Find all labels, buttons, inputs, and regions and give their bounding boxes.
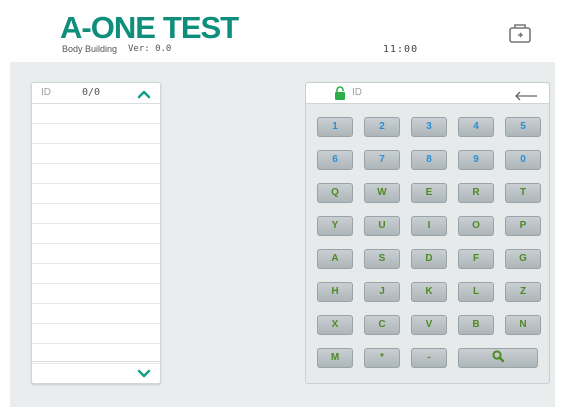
brand-part1: A-ONE (60, 10, 156, 45)
header-bar: A-ONE TEST Body Building Ver: 0.0 11:00 (0, 0, 565, 62)
list-item[interactable] (32, 104, 160, 124)
scroll-up-button[interactable] (136, 87, 152, 99)
list-item[interactable] (32, 204, 160, 224)
key-j[interactable]: J (364, 282, 400, 302)
chevron-up-icon (137, 90, 151, 99)
app-subtitle: Body Building (62, 44, 118, 54)
id-list-label: ID (41, 87, 51, 98)
id-list-header: ID 0/0 (32, 83, 160, 104)
exit-button[interactable] (506, 22, 534, 46)
key-0[interactable]: 0 (505, 150, 541, 170)
key-e[interactable]: E (411, 183, 447, 203)
key-a[interactable]: A (317, 249, 353, 269)
list-item[interactable] (32, 264, 160, 284)
key-7[interactable]: 7 (364, 150, 400, 170)
key-h[interactable]: H (317, 282, 353, 302)
key-f[interactable]: F (458, 249, 494, 269)
key-l[interactable]: L (458, 282, 494, 302)
key-c[interactable]: C (364, 315, 400, 335)
key-2[interactable]: 2 (364, 117, 400, 137)
key-w[interactable]: W (364, 183, 400, 203)
key-t[interactable]: T (505, 183, 541, 203)
key-dash[interactable]: - (411, 348, 447, 368)
list-item[interactable] (32, 224, 160, 244)
app-logo: A-ONE TEST (60, 10, 239, 46)
key-y[interactable]: Y (317, 216, 353, 236)
search-icon (492, 350, 505, 363)
key-n[interactable]: N (505, 315, 541, 335)
scroll-down-button[interactable] (136, 367, 152, 379)
id-input[interactable]: ID (306, 83, 549, 104)
version-label: Ver: 0.0 (128, 44, 172, 54)
lock-icon (335, 86, 345, 100)
list-item[interactable] (32, 164, 160, 184)
list-item[interactable] (32, 284, 160, 304)
brand-part2: TEST (162, 10, 239, 45)
id-list (32, 104, 160, 364)
back-arrow-icon (515, 91, 537, 101)
key-g[interactable]: G (505, 249, 541, 269)
key-r[interactable]: R (458, 183, 494, 203)
key-o[interactable]: O (458, 216, 494, 236)
key-9[interactable]: 9 (458, 150, 494, 170)
key-6[interactable]: 6 (317, 150, 353, 170)
list-item[interactable] (32, 124, 160, 144)
key-4[interactable]: 4 (458, 117, 494, 137)
key-u[interactable]: U (364, 216, 400, 236)
list-item[interactable] (32, 144, 160, 164)
list-item[interactable] (32, 244, 160, 264)
list-item[interactable] (32, 324, 160, 344)
chevron-down-icon (137, 369, 151, 378)
keypad-panel: ID 1 2 3 4 5 6 7 8 9 0 Q W E R T Y U I O… (305, 82, 550, 384)
key-i[interactable]: I (411, 216, 447, 236)
id-list-footer (32, 361, 160, 384)
key-m[interactable]: M (317, 348, 353, 368)
id-input-placeholder: ID (352, 87, 362, 98)
key-1[interactable]: 1 (317, 117, 353, 137)
key-5[interactable]: 5 (505, 117, 541, 137)
list-item[interactable] (32, 304, 160, 324)
key-q[interactable]: Q (317, 183, 353, 203)
key-asterisk[interactable]: * (364, 348, 400, 368)
key-k[interactable]: K (411, 282, 447, 302)
exit-icon (509, 24, 531, 43)
clock: 11:00 (383, 44, 419, 55)
key-3[interactable]: 3 (411, 117, 447, 137)
search-button[interactable] (458, 348, 538, 368)
id-list-panel: ID 0/0 (31, 82, 161, 384)
key-8[interactable]: 8 (411, 150, 447, 170)
key-p[interactable]: P (505, 216, 541, 236)
key-z[interactable]: Z (505, 282, 541, 302)
key-b[interactable]: B (458, 315, 494, 335)
key-v[interactable]: V (411, 315, 447, 335)
key-x[interactable]: X (317, 315, 353, 335)
key-s[interactable]: S (364, 249, 400, 269)
id-list-count: 0/0 (82, 87, 101, 98)
key-d[interactable]: D (411, 249, 447, 269)
backspace-button[interactable] (513, 88, 539, 101)
list-item[interactable] (32, 184, 160, 204)
